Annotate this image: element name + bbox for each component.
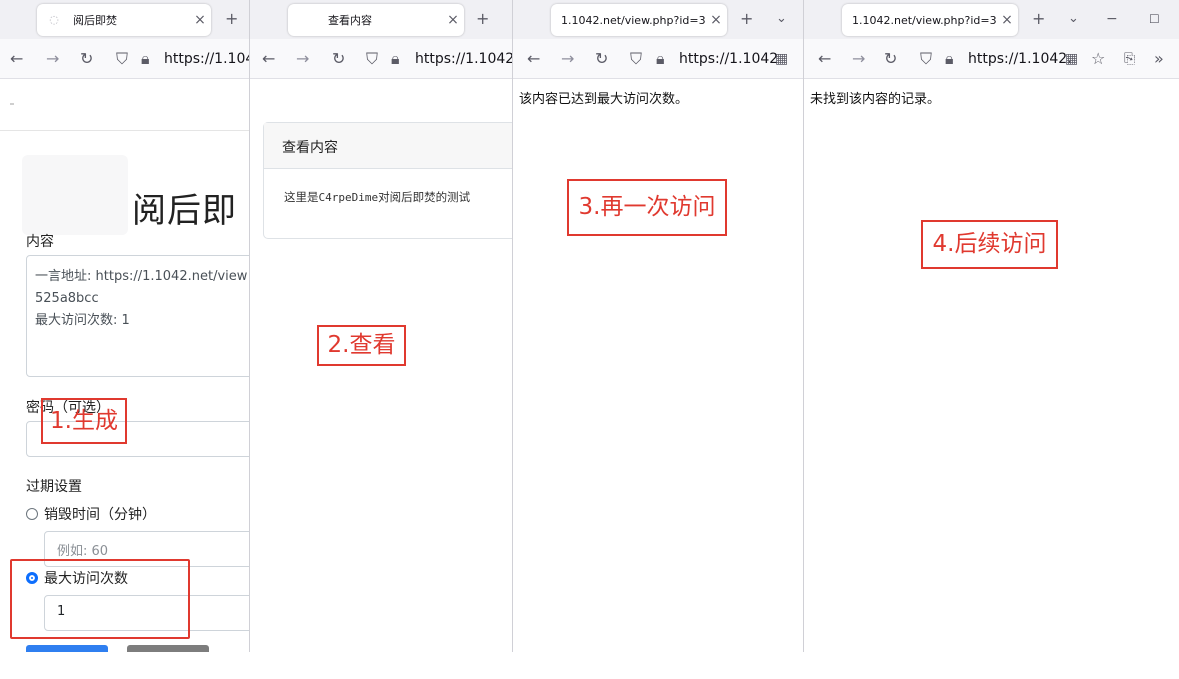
forward-icon[interactable]: → [852, 49, 865, 69]
radio-label: 销毁时间（分钟） [44, 507, 156, 523]
back-icon[interactable]: ← [818, 49, 831, 69]
url-text[interactable]: https://1.1042 [679, 49, 778, 69]
tab-strip: 1.1042.net/view.php?id=32 × + ⌄ [513, 0, 803, 39]
page-content: 阅后即 内容 一言地址: https://1.1042.net/view 525… [0, 79, 249, 652]
close-icon[interactable]: × [996, 12, 1018, 28]
status-message: 未找到该内容的记录。 [810, 92, 941, 107]
page-favicon-icon: ◌ [49, 13, 59, 26]
shield-icon[interactable]: ⛉ [920, 49, 932, 69]
tab-list-icon[interactable]: ⌄ [776, 9, 787, 29]
step-annotation: 3.再一次访问 [567, 179, 727, 236]
reload-icon[interactable]: ↻ [80, 49, 93, 69]
forward-icon[interactable]: → [296, 49, 309, 69]
nav-bar: ← → ↻ ⛉ 🔒︎ https://1.1042. ▦ ☆ ⎘ » [804, 39, 1179, 79]
expiry-label: 过期设置 [26, 479, 82, 495]
tab-strip: 查看内容 × + [250, 0, 512, 39]
reset-button[interactable] [127, 645, 209, 652]
new-tab-icon[interactable]: + [476, 9, 489, 29]
site-logo [22, 155, 128, 235]
star-icon[interactable]: ☆ [1091, 49, 1105, 69]
tab-title: 查看内容 [328, 14, 372, 27]
reload-icon[interactable]: ↻ [884, 49, 897, 69]
shield-icon[interactable]: ⛉ [116, 49, 128, 69]
nav-bar: ← → ↻ ⛉ 🔒︎ https://1.1042 [0, 39, 249, 79]
lock-icon[interactable]: 🔒︎ [391, 49, 400, 69]
content-label: 内容 [26, 234, 54, 250]
body-text: 对阅后即焚的测试 [378, 190, 471, 204]
minimize-icon[interactable]: − [1106, 9, 1118, 29]
shield-icon[interactable]: ⛉ [630, 49, 642, 69]
step-annotation: 1.生成 [41, 398, 127, 444]
tab-generate[interactable]: ◌ 阅后即焚 × [37, 4, 211, 36]
extensions-icon[interactable]: ⎘ [1124, 49, 1135, 69]
qr-icon[interactable]: ▦ [775, 49, 788, 69]
page-title: 阅后即 [132, 191, 237, 231]
overflow-icon[interactable]: » [1154, 49, 1164, 69]
url-text[interactable]: https://1.1042 [164, 49, 249, 69]
tab-title: 1.1042.net/view.php?id=32 [852, 13, 996, 27]
shield-icon[interactable]: ⛉ [366, 49, 378, 69]
site-header [0, 79, 249, 131]
content-line: 525a8bcc [35, 291, 99, 306]
forward-icon[interactable]: → [46, 49, 59, 69]
body-code: C4rpeDime [318, 191, 379, 204]
tab-strip: ◌ 阅后即焚 × + [0, 0, 249, 39]
page-content: 未找到该内容的记录。 4.后续访问 [804, 79, 1179, 652]
card-body: 这里是C4rpeDime对阅后即焚的测试 [264, 169, 512, 225]
forward-icon[interactable]: → [561, 49, 574, 69]
page-content: 查看内容 这里是C4rpeDime对阅后即焚的测试 2.查看 [250, 79, 512, 652]
content-textarea[interactable]: 一言地址: https://1.1042.net/view 525a8bcc 最… [26, 255, 249, 377]
nav-bar: ← → ↻ ⛉ 🔒︎ https://1.1042 ▦ [513, 39, 803, 79]
highlight-box [10, 559, 190, 639]
tab-title: 1.1042.net/view.php?id=32 [561, 13, 705, 27]
radio-destroy-time[interactable]: 销毁时间（分钟） [26, 504, 156, 524]
new-tab-icon[interactable]: + [1032, 9, 1045, 29]
close-icon[interactable]: × [442, 12, 464, 28]
lock-icon[interactable]: 🔒︎ [656, 49, 665, 69]
tab-strip: 1.1042.net/view.php?id=32 × + ⌄ − ☐ [804, 0, 1179, 39]
url-text[interactable]: https://1.1042 [415, 49, 512, 69]
step-annotation: 4.后续访问 [921, 220, 1058, 269]
reload-icon[interactable]: ↻ [332, 49, 345, 69]
content-line: 一言地址: https://1.1042.net/view [35, 269, 248, 284]
body-text: 这里是 [284, 190, 319, 204]
radio-unchecked-icon[interactable] [26, 508, 38, 520]
browser-window-later-visit: 1.1042.net/view.php?id=32 × + ⌄ − ☐ ← → … [803, 0, 1179, 652]
qr-icon[interactable]: ▦ [1065, 49, 1078, 69]
reload-icon[interactable]: ↻ [595, 49, 608, 69]
step-annotation: 2.查看 [317, 325, 406, 366]
screenshot-collage: ◌ 阅后即焚 × + ← → ↻ ⛉ 🔒︎ https://1.1042 阅后即… [0, 0, 1179, 679]
tab-view[interactable]: 查看内容 × [288, 4, 464, 36]
browser-window-view: 查看内容 × + ← → ↻ ⛉ 🔒︎ https://1.1042 查看内容 … [249, 0, 512, 652]
back-icon[interactable]: ← [262, 49, 275, 69]
status-message: 该内容已达到最大访问次数。 [519, 92, 689, 107]
browser-window-generate: ◌ 阅后即焚 × + ← → ↻ ⛉ 🔒︎ https://1.1042 阅后即… [0, 0, 249, 652]
close-icon[interactable]: × [705, 12, 727, 28]
url-text[interactable]: https://1.1042. [968, 49, 1072, 69]
card-title: 查看内容 [264, 123, 512, 169]
tab-list-icon[interactable]: ⌄ [1068, 9, 1079, 29]
back-icon[interactable]: ← [10, 49, 23, 69]
content-card: 查看内容 这里是C4rpeDime对阅后即焚的测试 [263, 122, 512, 239]
generate-button[interactable] [26, 645, 108, 652]
browser-window-revisit: 1.1042.net/view.php?id=32 × + ⌄ ← → ↻ ⛉ … [512, 0, 803, 652]
nav-bar: ← → ↻ ⛉ 🔒︎ https://1.1042 [250, 39, 512, 79]
close-icon[interactable]: × [189, 12, 211, 28]
brand-mark [10, 103, 14, 105]
new-tab-icon[interactable]: + [740, 9, 753, 29]
content-line: 最大访问次数: 1 [35, 313, 130, 328]
page-content: 该内容已达到最大访问次数。 3.再一次访问 [513, 79, 803, 652]
tab-title: 阅后即焚 [73, 14, 117, 27]
back-icon[interactable]: ← [527, 49, 540, 69]
lock-icon[interactable]: 🔒︎ [141, 49, 150, 69]
maximize-icon[interactable]: ☐ [1149, 9, 1160, 29]
tab-later-visit[interactable]: 1.1042.net/view.php?id=32 × [842, 4, 1018, 36]
lock-icon[interactable]: 🔒︎ [945, 49, 954, 69]
tab-revisit[interactable]: 1.1042.net/view.php?id=32 × [551, 4, 727, 36]
new-tab-icon[interactable]: + [225, 9, 238, 29]
